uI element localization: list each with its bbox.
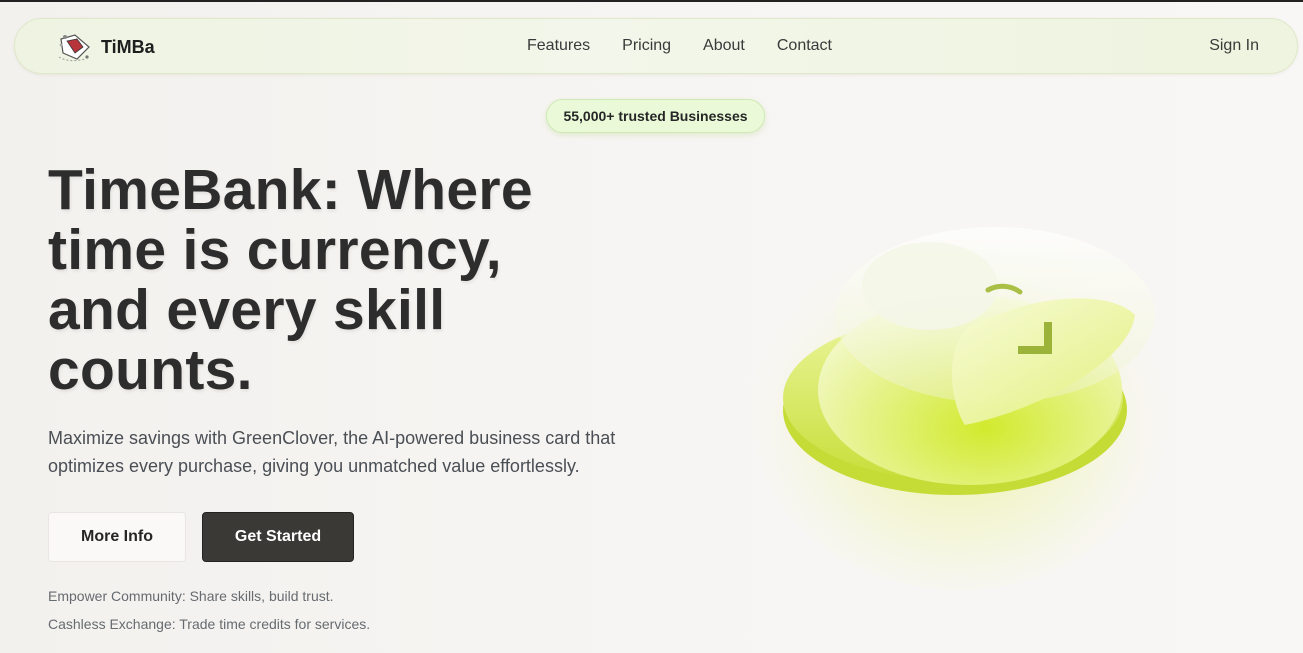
- hero-subtitle: Maximize savings with GreenClover, the A…: [48, 424, 638, 480]
- headline-line: time is currency,: [48, 218, 502, 282]
- headline-line: and every skill: [48, 278, 446, 342]
- subtitle-line: Maximize savings with GreenClover, the A…: [48, 428, 616, 448]
- small-disk: [862, 242, 998, 330]
- trusted-businesses-badge: 55,000+ trusted Businesses: [546, 99, 765, 133]
- logo-icon: [58, 34, 90, 62]
- feature-community: Empower Community: Share skills, build t…: [48, 588, 334, 604]
- brand[interactable]: TiMBa: [55, 29, 155, 65]
- feature-cashless: Cashless Exchange: Trade time credits fo…: [48, 616, 371, 632]
- brand-name: TiMBa: [101, 36, 155, 57]
- hero-headline: TimeBank: Where time is currency, and ev…: [48, 160, 648, 400]
- nav-link-features[interactable]: Features: [527, 37, 590, 55]
- more-info-button[interactable]: More Info: [48, 512, 186, 562]
- coin-stack-illustration: [750, 227, 1170, 590]
- sign-in-link[interactable]: Sign In: [1209, 37, 1259, 55]
- nav-link-about[interactable]: About: [703, 37, 745, 55]
- nav-link-pricing[interactable]: Pricing: [622, 37, 671, 55]
- nav-link-contact[interactable]: Contact: [777, 37, 832, 55]
- top-navbar: TiMBa Features Pricing About Contact Sig…: [14, 18, 1298, 74]
- headline-line: TimeBank: Where: [48, 158, 533, 222]
- get-started-button[interactable]: Get Started: [202, 512, 354, 562]
- headline-line: counts.: [48, 338, 253, 402]
- subtitle-line: optimizes every purchase, giving you unm…: [48, 456, 580, 476]
- nav-links: Features Pricing About Contact: [527, 37, 832, 55]
